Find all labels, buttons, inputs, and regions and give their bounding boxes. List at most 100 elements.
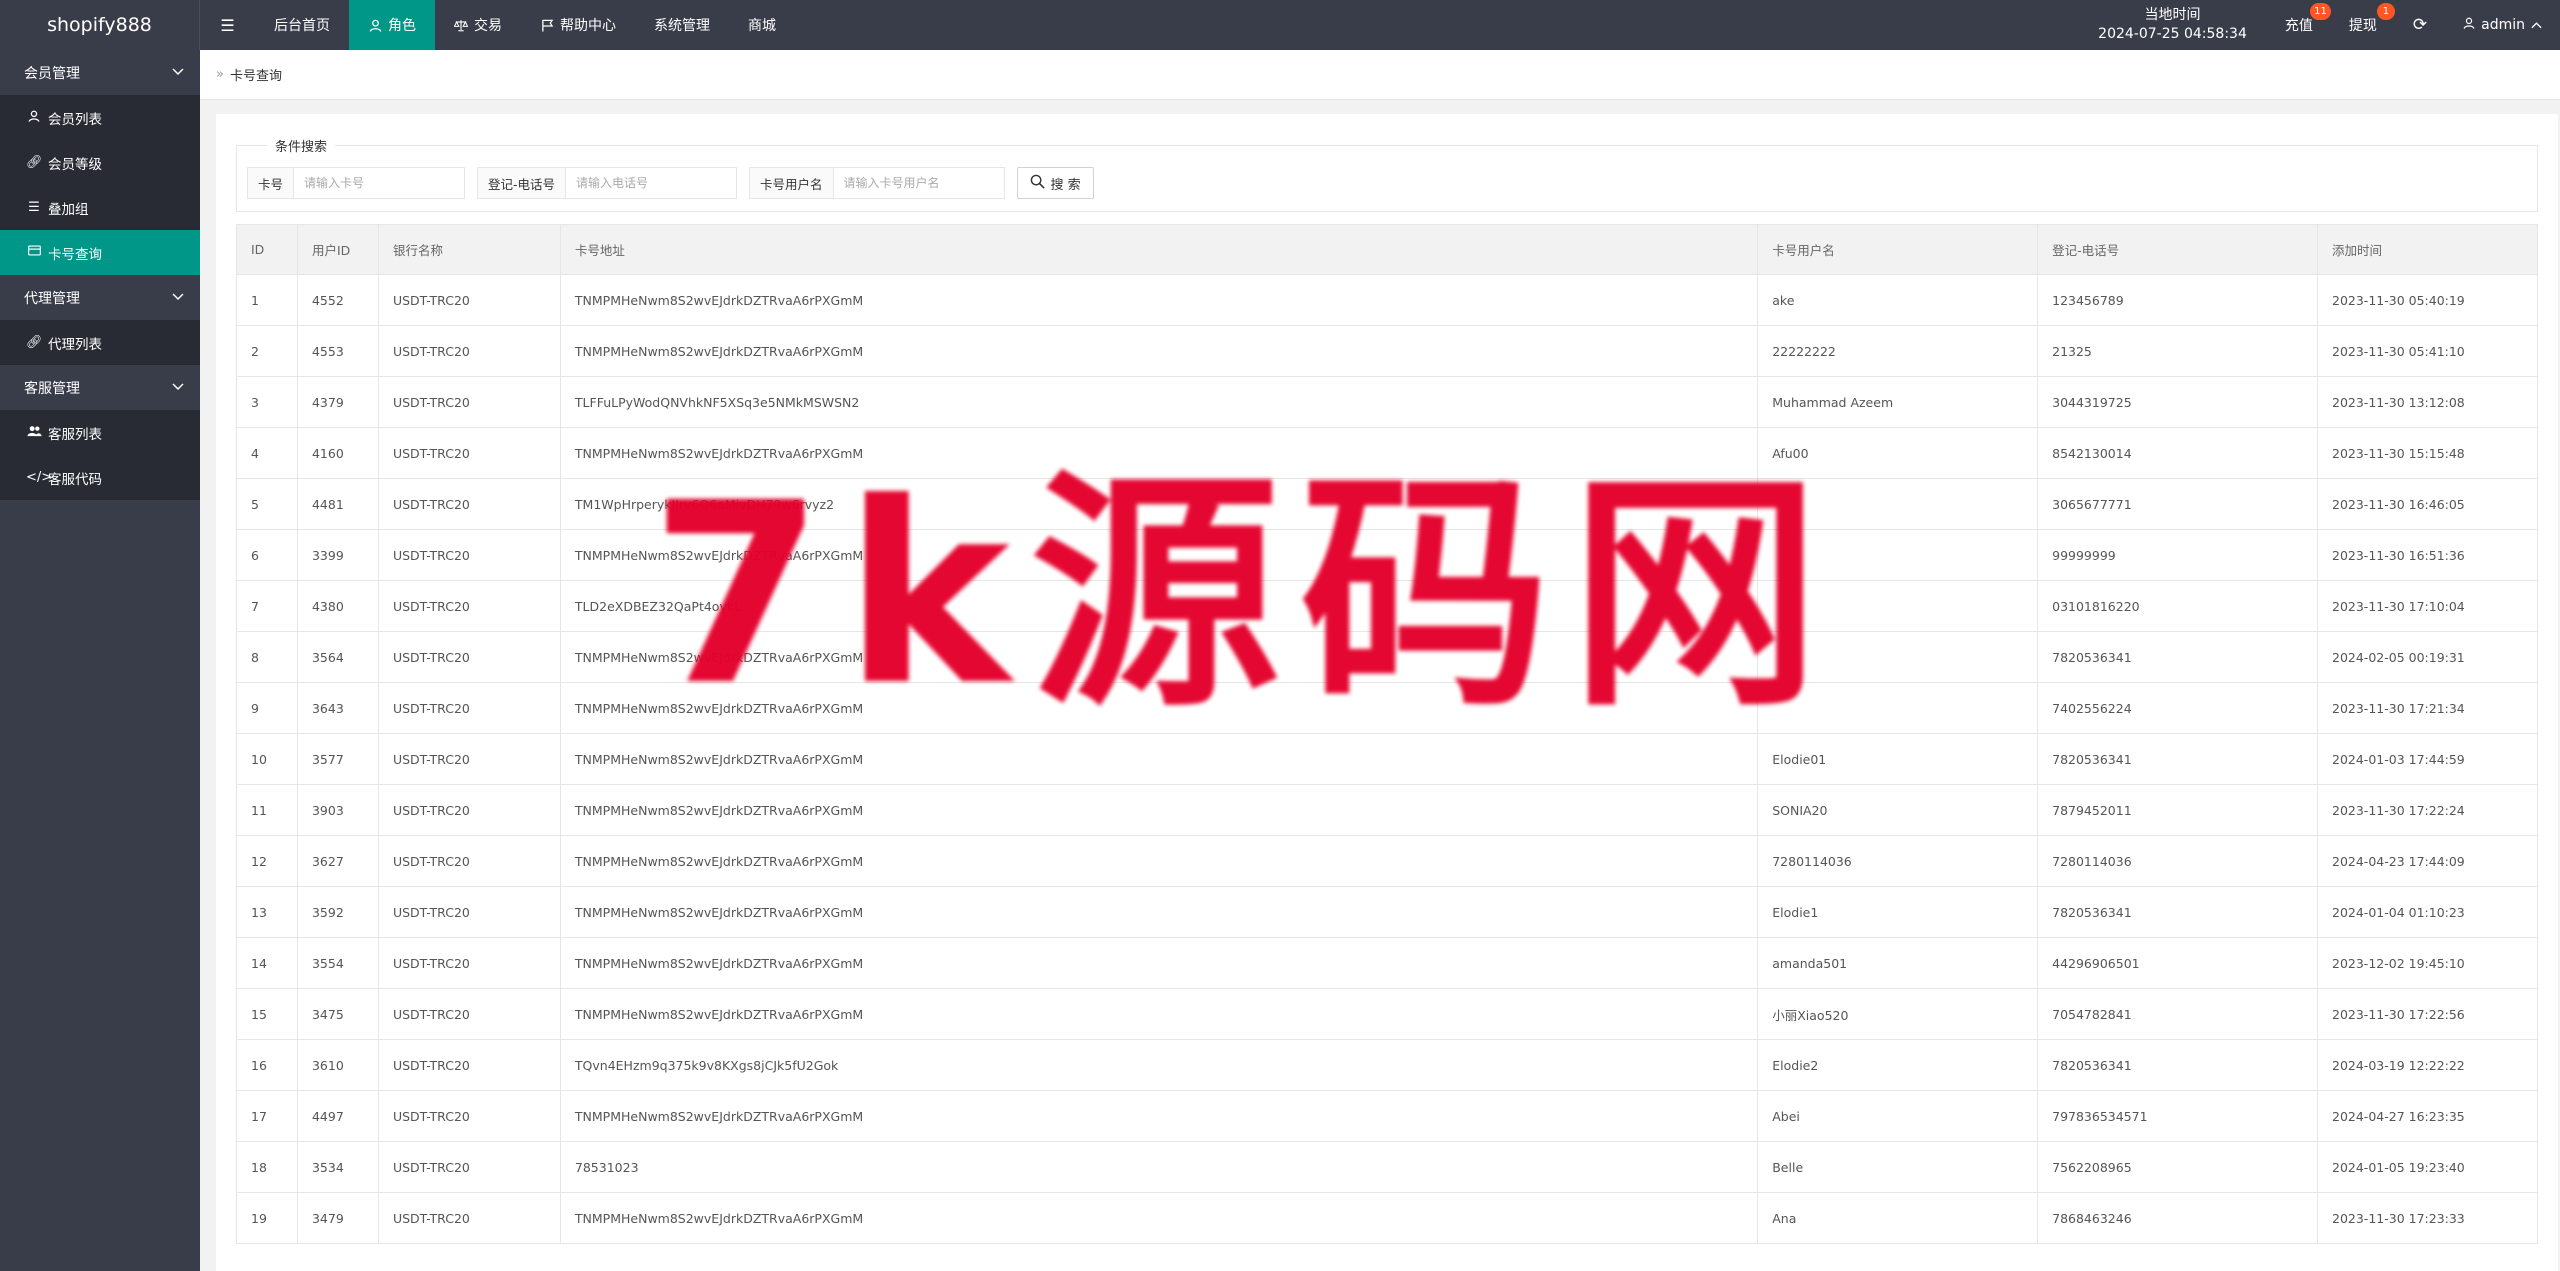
table-cell: TNMPMHeNwm8S2wvEJdrkDZTRvaA6rPXGmM <box>559 937 1759 989</box>
sidebar-item-stack-group[interactable]: ☰ 叠加组 <box>0 185 200 230</box>
search-form: 卡号 登记-电话号 卡号用户名 搜 索 <box>247 167 2517 199</box>
table-cell: 3627 <box>296 835 379 887</box>
table-row[interactable]: 4 4160 USDT-TRC20 TNMPMHeNwm8S2wvEJdrkDZTRv… <box>236 427 2538 479</box>
table-row[interactable]: 2 4553 USDT-TRC20 TNMPMHeNwm8S2wvEJdrkDZTRv… <box>236 325 2538 377</box>
sidebar-item-service-code[interactable]: </> 客服代码 <box>0 455 200 500</box>
table-row[interactable]: 3 4379 USDT-TRC20 TLFFuLPyWodQNVhkNF5XSq3e5… <box>236 376 2538 428</box>
nav-system-management[interactable]: 系统管理 <box>635 0 729 50</box>
table-cell <box>1757 478 2039 530</box>
search-fieldset: 条件搜索 卡号 登记-电话号 卡号用户名 搜 <box>236 136 2538 212</box>
column-header: 用户ID <box>296 224 379 275</box>
table-row[interactable]: 6 3399 USDT-TRC20 TNMPMHeNwm8S2wvEJdrkDZTRv… <box>236 529 2538 581</box>
table-row[interactable]: 18 3534 USDT-TRC20 78531023 Belle 7562208965 2… <box>236 1141 2538 1193</box>
breadcrumb-current: 卡号查询 <box>229 69 282 84</box>
table-cell: ake <box>1757 274 2039 326</box>
column-header: ID <box>236 224 298 275</box>
table-cell: USDT-TRC20 <box>377 835 561 887</box>
table-row[interactable]: 13 3592 USDT-TRC20 TNMPMHeNwm8S2wvEJdrkDZTR… <box>236 886 2538 938</box>
nav-home[interactable]: 后台首页 <box>255 0 349 50</box>
recharge-badge: 11 <box>2310 3 2331 20</box>
table-row[interactable]: 14 3554 USDT-TRC20 TNMPMHeNwm8S2wvEJdrkDZTR… <box>236 937 2538 989</box>
table-cell: TNMPMHeNwm8S2wvEJdrkDZTRvaA6rPXGmM <box>559 631 1759 683</box>
menu-toggle-button[interactable]: ☰ <box>200 0 255 50</box>
sidebar-group-service[interactable]: 客服管理 <box>0 365 200 410</box>
admin-menu[interactable]: admin <box>2445 0 2560 50</box>
table-cell: 7820536341 <box>2037 1039 2318 1091</box>
table-cell: 2024-01-04 01:10:23 <box>2317 886 2538 938</box>
table-cell: 14 <box>236 937 298 989</box>
local-time-label: 当地时间 <box>2144 7 2201 23</box>
hamburger-icon: ☰ <box>220 15 235 35</box>
table-cell: 2023-11-30 13:12:08 <box>2317 376 2538 428</box>
table-row[interactable]: 17 4497 USDT-TRC20 TNMPMHeNwm8S2wvEJdrkDZTR… <box>236 1090 2538 1142</box>
table-row[interactable]: 15 3475 USDT-TRC20 TNMPMHeNwm8S2wvEJdrkDZTR… <box>236 988 2538 1040</box>
table-cell: 3044319725 <box>2037 376 2318 428</box>
card-number-input[interactable] <box>294 168 465 198</box>
table-cell: 7562208965 <box>2037 1141 2318 1193</box>
nav-trade[interactable]: 交易 <box>435 0 521 50</box>
card-username-input[interactable] <box>833 168 1004 198</box>
table-cell: 2023-11-30 17:22:24 <box>2317 784 2538 836</box>
chevron-down-icon <box>172 290 184 305</box>
nav-help-center[interactable]: 帮助中心 <box>521 0 635 50</box>
table-cell: 2023-11-30 05:41:10 <box>2317 325 2538 377</box>
chevron-down-icon <box>172 65 184 80</box>
table-cell: 22222222 <box>1757 325 2039 377</box>
table-cell: 797836534571 <box>2037 1090 2318 1142</box>
card-username-label: 卡号用户名 <box>750 168 834 198</box>
phone-label: 登记-电话号 <box>478 168 567 198</box>
local-time-value: 2024-07-25 04:58:34 <box>2098 26 2247 42</box>
table-cell: Belle <box>1757 1141 2039 1193</box>
table-cell: 17 <box>236 1090 298 1142</box>
local-time: 当地时间 2024-07-25 04:58:34 <box>2078 6 2267 44</box>
table-row[interactable]: 5 4481 USDT-TRC20 TM1WpHrperykJJrv6Q6aMjvDH… <box>236 478 2538 530</box>
table-cell: TNMPMHeNwm8S2wvEJdrkDZTRvaA6rPXGmM <box>559 274 1759 326</box>
table-cell: TNMPMHeNwm8S2wvEJdrkDZTRvaA6rPXGmM <box>559 886 1759 938</box>
table-row[interactable]: 10 3577 USDT-TRC20 TNMPMHeNwm8S2wvEJdrkDZTR… <box>236 733 2538 785</box>
search-legend: 条件搜索 <box>275 140 328 155</box>
table-cell: 2024-01-05 19:23:40 <box>2317 1141 2538 1193</box>
nav-mall[interactable]: 商城 <box>729 0 795 50</box>
sidebar-item-member-list[interactable]: 会员列表 <box>0 95 200 140</box>
app-logo[interactable]: shopify888 <box>0 0 200 50</box>
table-row[interactable]: 11 3903 USDT-TRC20 TNMPMHeNwm8S2wvEJdrkDZTR… <box>236 784 2538 836</box>
sidebar-group-agent[interactable]: 代理管理 <box>0 275 200 320</box>
table-cell: 2023-11-30 15:15:48 <box>2317 427 2538 479</box>
phone-input[interactable] <box>566 168 737 198</box>
sidebar-item-service-list[interactable]: 客服列表 <box>0 410 200 455</box>
table-cell: 2023-11-30 17:21:34 <box>2317 682 2538 734</box>
table-cell: USDT-TRC20 <box>377 1192 561 1244</box>
nav-role[interactable]: 角色 <box>349 0 435 50</box>
search-button[interactable]: 搜 索 <box>1016 167 1094 199</box>
table-cell: 4481 <box>296 478 379 530</box>
card-number-field: 卡号 <box>247 167 466 199</box>
table-row[interactable]: 1 4552 USDT-TRC20 TNMPMHeNwm8S2wvEJdrkDZTRv… <box>236 274 2538 326</box>
sidebar-item-card-query[interactable]: 卡号查询 <box>0 230 200 275</box>
table-cell: USDT-TRC20 <box>377 886 561 938</box>
table-cell: USDT-TRC20 <box>377 325 561 377</box>
table-row[interactable]: 7 4380 USDT-TRC20 TLD2eXDBEZ32QaPt4oykL 0310… <box>236 580 2538 632</box>
table-row[interactable]: 8 3564 USDT-TRC20 TNMPMHeNwm8S2wvEJdrkDZTRv… <box>236 631 2538 683</box>
table-cell: 2024-01-03 17:44:59 <box>2317 733 2538 785</box>
table-row[interactable]: 16 3610 USDT-TRC20 TQvn4EHzm9q375k9v8KXgs8j… <box>236 1039 2538 1091</box>
table-cell: 3475 <box>296 988 379 1040</box>
breadcrumb-separator-icon: » <box>216 67 224 82</box>
table-row[interactable]: 9 3643 USDT-TRC20 TNMPMHeNwm8S2wvEJdrkDZTRv… <box>236 682 2538 734</box>
table-cell: SONIA20 <box>1757 784 2039 836</box>
sidebar-item-member-level[interactable]: 🔗︎ 会员等级 <box>0 140 200 185</box>
table-cell: USDT-TRC20 <box>377 1090 561 1142</box>
recharge-button[interactable]: 充值 11 <box>2267 0 2331 50</box>
table-cell: 2023-11-30 16:46:05 <box>2317 478 2538 530</box>
table-cell: TNMPMHeNwm8S2wvEJdrkDZTRvaA6rPXGmM <box>559 835 1759 887</box>
column-header: 卡号用户名 <box>1757 224 2039 275</box>
refresh-button[interactable]: ⟳ <box>2395 0 2445 50</box>
sidebar-item-agent-list[interactable]: 🔗︎ 代理列表 <box>0 320 200 365</box>
table-cell: TNMPMHeNwm8S2wvEJdrkDZTRvaA6rPXGmM <box>559 733 1759 785</box>
table-cell: 3 <box>236 376 298 428</box>
user-icon <box>2463 17 2475 33</box>
table-row[interactable]: 19 3479 USDT-TRC20 TNMPMHeNwm8S2wvEJdrkDZTR… <box>236 1192 2538 1244</box>
withdraw-button[interactable]: 提现 1 <box>2331 0 2395 50</box>
sidebar-group-member[interactable]: 会员管理 <box>0 50 200 95</box>
table-cell: 12 <box>236 835 298 887</box>
table-row[interactable]: 12 3627 USDT-TRC20 TNMPMHeNwm8S2wvEJdrkDZTR… <box>236 835 2538 887</box>
